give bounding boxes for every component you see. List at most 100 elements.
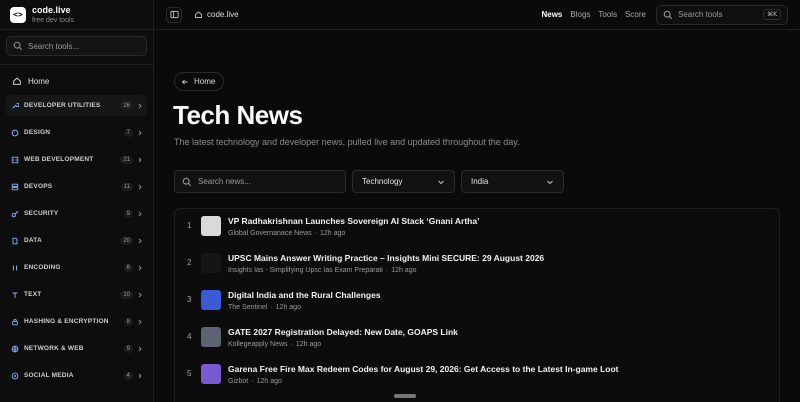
sidebar-item-label: NETWORK & WEB [24,345,84,352]
main-content: Home Tech News The latest technology and… [154,30,800,402]
sidebar: <> code.live free dev tools Home DEVELOP… [0,0,154,402]
count-badge: 10 [120,290,133,299]
nav-news[interactable]: News [541,10,562,19]
brand-name: code.live [32,4,71,15]
code-icon [11,156,19,163]
sidebar-item-web-development[interactable]: WEB DEVELOPMENT 21 [6,149,147,170]
text-icon [12,292,18,298]
news-source: Insights Ias - Simplifying Upsc Ias Exam… [228,267,383,274]
search-icon [663,10,673,19]
brand-tagline: free dev tools [32,16,75,24]
chevron-right-icon [138,184,142,189]
lock-icon [12,318,18,325]
toggle-sidebar-button[interactable] [166,6,182,23]
divider [0,64,153,65]
sidebar-item-social-media[interactable]: SOCIAL MEDIA 4 [6,365,147,386]
sidebar-item-label: DESIGN [24,129,51,136]
count-badge: 20 [120,236,133,245]
palette-icon [11,129,19,136]
sidebar-item-text[interactable]: TEXT 10 [6,284,147,305]
chevron-right-icon [138,346,142,351]
news-thumbnail [201,327,221,347]
news-item[interactable]: 2 UPSC Mains Answer Writing Practice – I… [175,246,779,283]
chevron-down-icon [438,180,444,184]
separator-dot: · [314,230,317,237]
home-icon [195,11,202,18]
chevron-right-icon [138,238,142,243]
news-time: 12h ago [275,304,301,311]
sidebar-item-data[interactable]: DATA 20 [6,230,147,251]
sidebar-item-encoding[interactable]: ENCODING 6 [6,257,147,278]
count-badge: 7 [123,128,133,137]
header-search[interactable]: Search tools ⌘K [656,4,788,25]
news-source: Gizbot [228,378,249,385]
back-label: Home [194,77,216,86]
count-badge: 9 [123,344,133,353]
region-value: India [471,177,489,186]
page-subtitle: The latest technology and developer news… [174,137,520,147]
binary-icon [12,265,18,270]
count-badge: 9 [123,209,133,218]
news-time: 12h ago [391,267,417,274]
news-time: 12h ago [256,378,282,385]
sidebar-search-input[interactable] [28,41,138,51]
sidebar-item-home[interactable]: Home [0,71,153,91]
news-source: Kollegeapply News [228,341,288,348]
nav-blogs[interactable]: Blogs [570,10,590,19]
search-icon [182,177,192,186]
chevron-down-icon [547,180,553,184]
news-title[interactable]: GATE 2027 Registration Delayed: New Date… [228,327,458,338]
brand-logo: <> [10,6,26,23]
header-search-placeholder: Search tools [678,10,723,19]
news-item[interactable]: 4 GATE 2027 Registration Delayed: New Da… [175,320,779,357]
sidebar-item-label: TEXT [24,291,42,298]
news-title[interactable]: Digital India and the Rural Challenges [228,290,381,301]
sidebar-item-security[interactable]: SECURITY 9 [6,203,147,224]
news-title[interactable]: UPSC Mains Answer Writing Practice – Ins… [228,253,544,264]
nav-score[interactable]: Score [625,10,646,19]
sidebar-item-label: WEB DEVELOPMENT [24,156,94,163]
news-rank: 3 [187,295,192,304]
sidebar-item-network-web[interactable]: NETWORK & WEB 9 [6,338,147,359]
arrow-left-icon [181,79,188,84]
sidebar-search[interactable] [6,36,147,56]
count-badge: 8 [123,317,133,326]
sidebar-item-devops[interactable]: DEVOPS 11 [6,176,147,197]
scroll-indicator[interactable] [394,394,416,398]
separator-dot: · [270,304,273,311]
breadcrumb[interactable]: code.live [194,10,239,19]
chevron-right-icon [138,130,142,135]
sidebar-item-developer-utilities[interactable]: DEVELOPER UTILITIES 26 [6,95,147,116]
news-list: 1 VP Radhakrishnan Launches Sovereign AI… [174,208,780,402]
news-source: Global Governanace News [228,230,312,237]
news-thumbnail [201,290,221,310]
brand[interactable]: <> code.live free dev tools [0,0,153,30]
news-title[interactable]: VP Radhakrishnan Launches Sovereign AI S… [228,216,479,227]
news-thumbnail [201,364,221,384]
sidebar-item-label: HASHING & ENCRYPTION [24,318,109,325]
chevron-right-icon [138,319,142,324]
page-title: Tech News [173,100,303,130]
count-badge: 4 [123,371,133,380]
news-time: 12h ago [320,230,346,237]
sidebar-item-hashing-encryption[interactable]: HASHING & ENCRYPTION 8 [6,311,147,332]
news-search-input[interactable]: Search news... [174,170,346,193]
share-icon [11,372,19,379]
news-thumbnail [201,253,221,273]
nav-tools[interactable]: Tools [598,10,617,19]
news-title[interactable]: Garena Free Fire Max Redeem Codes for Au… [228,364,618,375]
region-select[interactable]: India [461,170,564,193]
top-bar: code.live News Blogs Tools Score Search … [154,0,800,30]
back-home-button[interactable]: Home [174,72,225,91]
sidebar-item-design[interactable]: DESIGN 7 [6,122,147,143]
separator-dot: · [251,378,254,385]
news-item[interactable]: 1 VP Radhakrishnan Launches Sovereign AI… [175,209,779,246]
topic-select[interactable]: Technology [352,170,455,193]
chevron-right-icon [138,373,142,378]
news-item[interactable]: 3 Digital India and the Rural Challenges… [175,283,779,320]
news-rank: 4 [187,332,192,341]
news-item[interactable]: 5 Garena Free Fire Max Redeem Codes for … [175,357,779,394]
news-rank: 2 [187,258,192,267]
server-icon [11,183,19,190]
count-badge: 11 [120,182,133,191]
